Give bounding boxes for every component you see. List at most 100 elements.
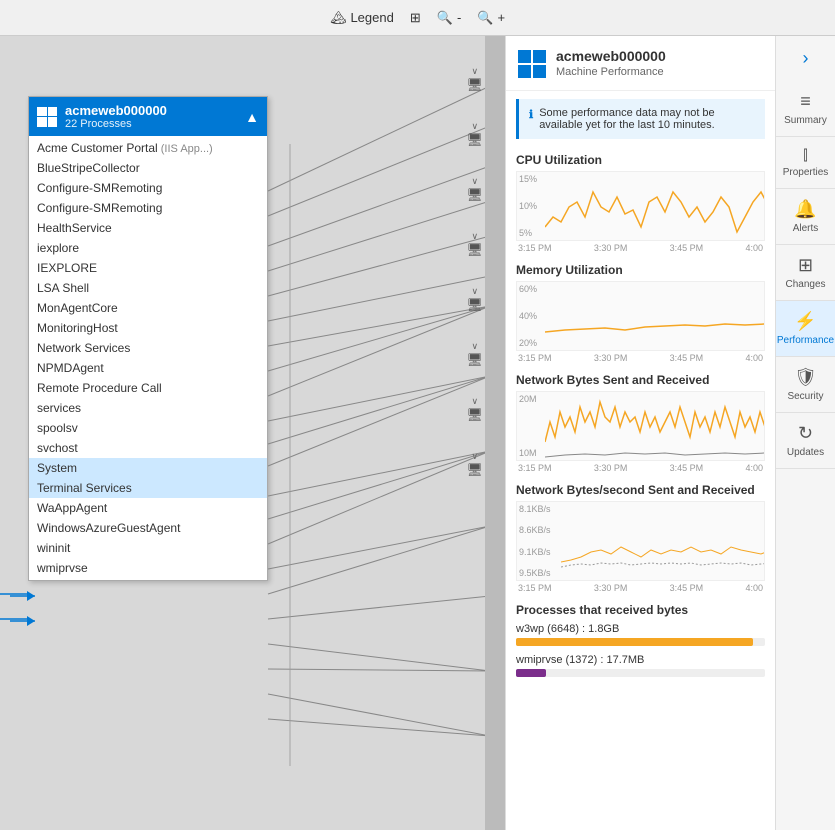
bytes-item-2: wmiprvse (1372) : 17.7MB — [516, 654, 765, 677]
process-item[interactable]: Terminal Services — [29, 478, 267, 498]
network-kbs-svg — [561, 502, 764, 580]
bytes-label-2: wmiprvse (1372) : 17.7MB — [516, 654, 765, 666]
performance-icon: ⚡ — [794, 311, 816, 332]
process-item[interactable]: svchost — [29, 438, 267, 458]
network-kbs-chart: 8.1KB/s 8.6KB/s 9.1KB/s 9.5KB/s — [516, 501, 765, 581]
nav-changes-label: Changes — [785, 279, 825, 290]
info-banner: ℹ Some performance data may not be avail… — [516, 99, 765, 139]
process-list: Acme Customer Portal (IIS App...)BlueStr… — [29, 136, 267, 580]
zoom-in-icon: 🔍 — [477, 10, 493, 26]
nav-panel: › ≡ Summary ⫿ Properties 🔔 Alerts ⊞ Chan… — [775, 36, 835, 830]
process-item[interactable]: HealthService — [29, 218, 267, 238]
process-item[interactable]: IEXPLORE — [29, 258, 267, 278]
legend-button[interactable]: 🏔 Legend — [330, 10, 394, 26]
info-message: Some performance data may not be availab… — [539, 107, 755, 131]
bytes-section: Processes that received bytes w3wp (6648… — [506, 597, 775, 691]
process-item[interactable]: spoolsv — [29, 418, 267, 438]
memory-chart-section: Memory Utilization 60% 40% 20% 3:15 PM 3… — [506, 257, 775, 367]
bytes-label-1: w3wp (6648) : 1.8GB — [516, 623, 765, 635]
network-bytes-time-labels: 3:15 PM 3:30 PM 3:45 PM 4:00 — [516, 463, 765, 473]
process-item[interactable]: wmiprvse — [29, 558, 267, 578]
nav-properties[interactable]: ⫿ Properties — [776, 137, 835, 189]
monitor-icon-5: 🖥 — [466, 297, 483, 313]
process-item[interactable]: WaAppAgent — [29, 498, 267, 518]
memory-chart: 60% 40% 20% — [516, 281, 765, 351]
alerts-icon: 🔔 — [794, 199, 816, 220]
process-item[interactable]: Configure-SMRemoting — [29, 198, 267, 218]
memory-time-labels: 3:15 PM 3:30 PM 3:45 PM 4:00 — [516, 353, 765, 363]
monitor-icons-column: ∨ 🖥 ∨ 🖥 ∨ 🖥 ∨ 🖥 ∨ 🖥 ∨ 🖥 ∨ 🖥 ∨ 🖥 — [466, 66, 483, 478]
cpu-time-labels: 3:15 PM 3:30 PM 3:45 PM 4:00 — [516, 243, 765, 253]
nav-security[interactable]: 🛡 Security — [776, 357, 835, 413]
properties-icon: ⫿ — [803, 147, 807, 164]
nav-performance-label: Performance — [777, 335, 834, 346]
map-area: acmeweb000000 22 Processes ▲ Acme Custom… — [0, 36, 505, 830]
nav-changes[interactable]: ⊞ Changes — [776, 245, 835, 301]
process-item[interactable]: Remote Procedure Call — [29, 378, 267, 398]
cpu-chart-svg — [545, 172, 764, 240]
cpu-chart-section: CPU Utilization 15% 10% 5% 3:15 PM 3:30 … — [506, 147, 775, 257]
nav-expand-button[interactable]: › — [791, 36, 821, 81]
bytes-bar-1 — [516, 638, 753, 646]
network-bytes-svg — [545, 392, 764, 460]
nav-summary-label: Summary — [784, 115, 827, 126]
changes-icon: ⊞ — [798, 255, 813, 276]
security-icon: 🛡 — [794, 367, 817, 388]
network-bytes-chart-section: Network Bytes Sent and Received 20M 10M … — [506, 367, 775, 477]
zoom-in-button[interactable]: 🔍 + — [477, 10, 505, 26]
process-item[interactable]: LSA Shell — [29, 278, 267, 298]
process-item[interactable]: wininit — [29, 538, 267, 558]
detail-panel: acmeweb000000 Machine Performance ℹ Some… — [505, 36, 775, 830]
cpu-chart: 15% 10% 5% — [516, 171, 765, 241]
process-item[interactable]: Network Services — [29, 338, 267, 358]
monitor-icon-6: 🖥 — [466, 352, 483, 368]
detail-machine-name: acmeweb000000 — [556, 48, 666, 64]
process-item[interactable]: MonAgentCore — [29, 298, 267, 318]
process-item[interactable]: NPMDAgent — [29, 358, 267, 378]
fit-button[interactable]: ⊞ — [410, 10, 421, 26]
process-item[interactable]: MonitoringHost — [29, 318, 267, 338]
process-box: acmeweb000000 22 Processes ▲ Acme Custom… — [28, 96, 268, 581]
monitor-icon-4: 🖥 — [466, 242, 483, 258]
network-bytes-chart-title: Network Bytes Sent and Received — [516, 373, 765, 387]
nav-security-label: Security — [787, 391, 823, 402]
nav-performance[interactable]: ⚡ Performance — [776, 301, 835, 357]
monitor-icon-7: 🖥 — [466, 407, 483, 423]
nav-updates-label: Updates — [787, 447, 824, 458]
collapse-button[interactable]: ▲ — [245, 109, 259, 125]
bytes-item-1: w3wp (6648) : 1.8GB — [516, 623, 765, 646]
toolbar: 🏔 Legend ⊞ 🔍 - 🔍 + — [0, 0, 835, 36]
updates-icon: ↻ — [798, 423, 813, 444]
process-item[interactable]: WindowsAzureGuestAgent — [29, 518, 267, 538]
process-item[interactable]: Configure-SMRemoting — [29, 178, 267, 198]
process-box-header: acmeweb000000 22 Processes ▲ — [29, 97, 267, 136]
bytes-section-title: Processes that received bytes — [516, 603, 765, 617]
process-item[interactable]: iexplore — [29, 238, 267, 258]
process-item[interactable]: BlueStripeCollector — [29, 158, 267, 178]
network-kbs-time-labels: 3:15 PM 3:30 PM 3:45 PM 4:00 — [516, 583, 765, 593]
network-kbs-chart-section: Network Bytes/second Sent and Received 8… — [506, 477, 775, 597]
network-bytes-chart: 20M 10M — [516, 391, 765, 461]
main-area: acmeweb000000 22 Processes ▲ Acme Custom… — [0, 36, 835, 830]
monitor-icon-3: 🖥 — [466, 187, 483, 203]
process-item[interactable]: Acme Customer Portal (IIS App...) — [29, 138, 267, 158]
detail-header: acmeweb000000 Machine Performance — [506, 36, 775, 91]
nav-summary[interactable]: ≡ Summary — [776, 81, 835, 137]
process-item[interactable]: System — [29, 458, 267, 478]
nav-alerts-label: Alerts — [793, 223, 819, 234]
monitor-icon-1: 🖥 — [466, 77, 483, 93]
right-scroll-bar — [485, 36, 505, 830]
monitor-icon-8: 🖥 — [466, 462, 483, 478]
zoom-out-button[interactable]: 🔍 - — [437, 10, 462, 26]
nav-properties-label: Properties — [783, 167, 829, 178]
detail-machine-subtitle: Machine Performance — [556, 66, 666, 78]
cpu-chart-title: CPU Utilization — [516, 153, 765, 167]
nav-alerts[interactable]: 🔔 Alerts — [776, 189, 835, 245]
network-kbs-chart-title: Network Bytes/second Sent and Received — [516, 483, 765, 497]
process-item[interactable]: services — [29, 398, 267, 418]
memory-chart-svg — [545, 282, 764, 350]
legend-label: Legend — [350, 10, 393, 25]
nav-updates[interactable]: ↻ Updates — [776, 413, 835, 469]
zoom-out-icon: 🔍 — [437, 10, 453, 26]
summary-icon: ≡ — [800, 91, 811, 112]
